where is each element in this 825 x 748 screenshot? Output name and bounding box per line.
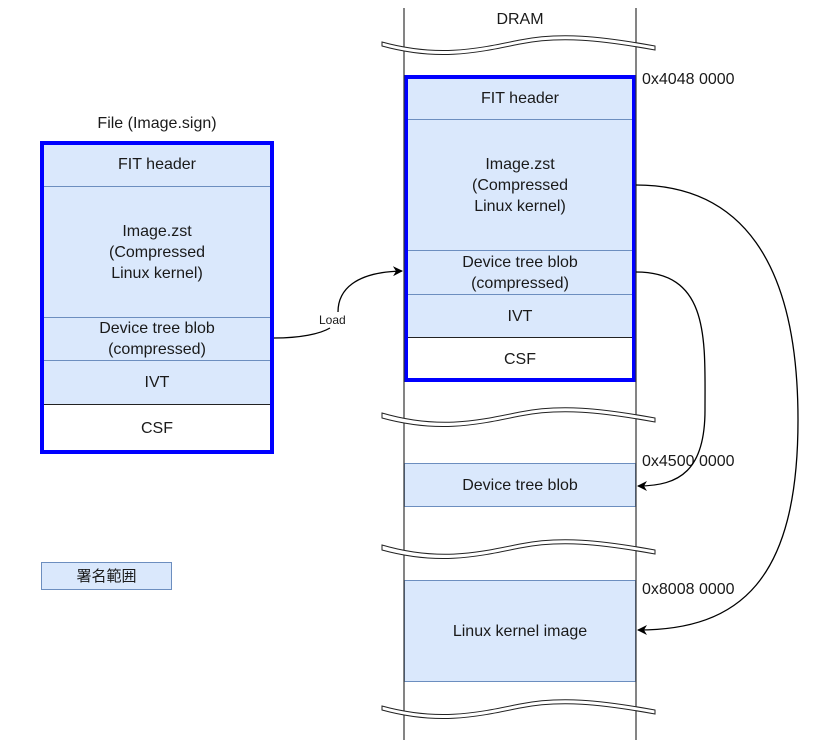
memory-break-after-dtb xyxy=(381,539,656,559)
load-arrow-label: Load xyxy=(318,313,347,327)
dtb-decompress-arrow xyxy=(635,271,706,491)
kernel-decompress-arrow xyxy=(635,184,799,635)
load-arrow xyxy=(273,271,402,339)
memory-break-top xyxy=(381,35,656,55)
memory-break-bottom xyxy=(381,699,656,719)
diagram-connectors xyxy=(273,8,799,740)
memory-break-after-signed xyxy=(381,407,656,427)
